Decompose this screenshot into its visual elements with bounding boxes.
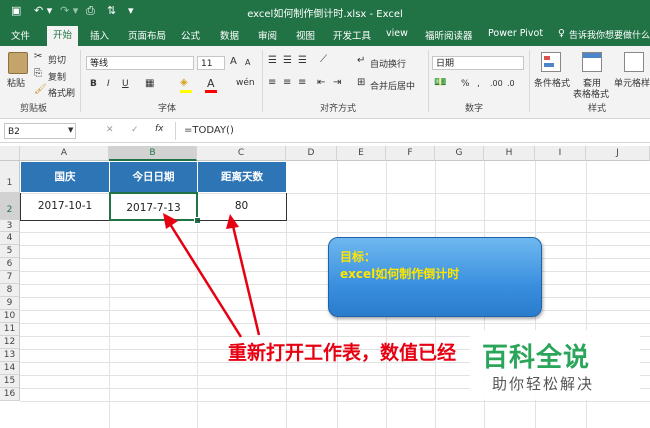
callout-text: excel如何制作倒计时: [340, 267, 460, 281]
annotation-text: 重新打开工作表，数值已经: [228, 342, 457, 364]
callout-label: 目标：: [340, 250, 377, 264]
watermark-logo-text: 百科全说: [482, 343, 591, 373]
arrow-head-days: [226, 214, 239, 229]
watermark-subtext: 助你轻松解决: [492, 375, 595, 393]
goal-callout: 目标： excel如何制作倒计时: [328, 237, 542, 317]
arrow-to-days: [231, 225, 261, 336]
arrow-to-date: [168, 223, 243, 338]
